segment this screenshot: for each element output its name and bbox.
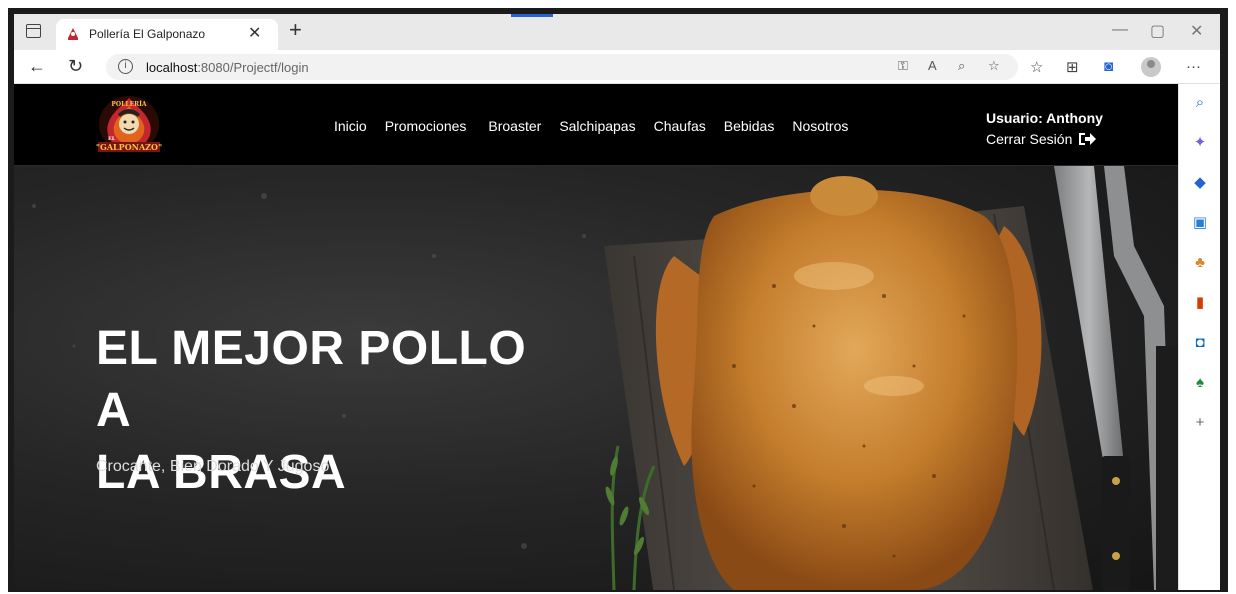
logo-text-polleria: POLLERÍA (111, 101, 147, 108)
close-window-button[interactable]: ✕ (1190, 21, 1203, 41)
loading-indicator (511, 14, 553, 17)
address-host: localhost (146, 60, 198, 75)
close-tab-icon[interactable]: ✕ (248, 23, 261, 43)
tools-briefcase-icon[interactable]: ▣ (1191, 214, 1209, 232)
page-viewport: POLLERÍA EL "GALPONAZO" Inicio Promocion… (14, 84, 1178, 590)
address-bar[interactable]: i localhost:8080/Projectf/login ⚿ A ⌕ ☆ (106, 54, 1018, 80)
maximize-button[interactable]: ▢ (1150, 21, 1165, 41)
logo-text-name: "GALPONAZO" (96, 142, 162, 152)
more-menu-icon[interactable]: ··· (1186, 58, 1201, 75)
collections-icon[interactable]: ⊞ (1066, 58, 1079, 76)
nav-link-salchipapas[interactable]: Salchipapas (559, 118, 635, 134)
hero-title-line-1: EL MEJOR POLLO A (96, 322, 527, 437)
browser-toolbar: ← ↻ i localhost:8080/Projectf/login ⚿ A … (14, 50, 1220, 84)
logout-link[interactable]: Cerrar Sesión (986, 131, 1103, 147)
hero-subtitle: Crocante, Bien Dorado Y Jugoso (96, 458, 330, 475)
logout-label: Cerrar Sesión (986, 131, 1073, 147)
office-icon[interactable]: ▮ (1191, 294, 1209, 312)
user-label: Usuario: Anthony (986, 110, 1103, 126)
tab-title: Pollería El Galponazo (89, 27, 206, 41)
games-icon[interactable]: ♣ (1191, 254, 1209, 272)
nav-link-inicio[interactable]: Inicio (334, 118, 367, 134)
search-icon[interactable]: ⌕ (1191, 94, 1209, 112)
address-path: :8080/Projectf/login (197, 60, 309, 75)
nav-link-nosotros[interactable]: Nosotros (792, 118, 848, 134)
edge-extension-icon[interactable]: ◙ (1104, 58, 1113, 75)
back-arrow-icon[interactable]: ← (28, 56, 46, 77)
read-aloud-icon[interactable]: A (928, 58, 937, 73)
copilot-sparkle-icon[interactable]: ✦ (1191, 134, 1209, 152)
user-panel: Usuario: Anthony Cerrar Sesión (986, 110, 1103, 147)
favorite-add-icon[interactable]: ☆ (988, 58, 1000, 74)
address-url: localhost:8080/Projectf/login (146, 60, 309, 75)
key-icon[interactable]: ⚿ (898, 58, 908, 74)
shopping-tag-icon[interactable]: ◆ (1191, 174, 1209, 192)
browser-tab[interactable]: Pollería El Galponazo ✕ (56, 19, 278, 50)
nav-link-bebidas[interactable]: Bebidas (724, 118, 775, 134)
sign-out-icon (1079, 133, 1097, 145)
hero-title: EL MEJOR POLLO A LA BRASA (96, 318, 556, 504)
site-info-icon[interactable]: i (118, 59, 133, 74)
galponazo-logo[interactable]: POLLERÍA EL "GALPONAZO" (94, 94, 164, 156)
favorites-icon[interactable]: ☆ (1030, 58, 1043, 76)
add-sidebar-icon[interactable]: + (1191, 414, 1209, 432)
nav-link-chaufas[interactable]: Chaufas (654, 118, 706, 134)
profile-avatar[interactable] (1141, 57, 1161, 77)
site-navbar: POLLERÍA EL "GALPONAZO" Inicio Promocion… (14, 84, 1178, 166)
browser-window: Pollería El Galponazo ✕ + — ▢ ✕ ← ↻ i lo… (14, 14, 1220, 590)
minimize-button[interactable]: — (1112, 21, 1128, 39)
workspaces-icon[interactable] (26, 24, 41, 38)
hero-banner: EL MEJOR POLLO A LA BRASA Crocante, Bien… (14, 166, 1178, 590)
edge-sidebar: ⌕ ✦ ◆ ▣ ♣ ▮ ◘ ♠ + (1178, 84, 1220, 590)
nav-link-promociones[interactable]: Promociones (385, 118, 467, 134)
zoom-icon[interactable]: ⌕ (958, 58, 965, 74)
site-favicon-icon (68, 28, 78, 40)
main-nav: Inicio Promociones Broaster Salchipapas … (334, 118, 866, 134)
outlook-icon[interactable]: ◘ (1191, 334, 1209, 352)
drop-tree-icon[interactable]: ♠ (1191, 374, 1209, 392)
refresh-icon[interactable]: ↻ (68, 56, 83, 77)
new-tab-button[interactable]: + (289, 17, 302, 43)
nav-link-broaster[interactable]: Broaster (488, 118, 541, 134)
tab-strip: Pollería El Galponazo ✕ + — ▢ ✕ (14, 14, 1220, 50)
